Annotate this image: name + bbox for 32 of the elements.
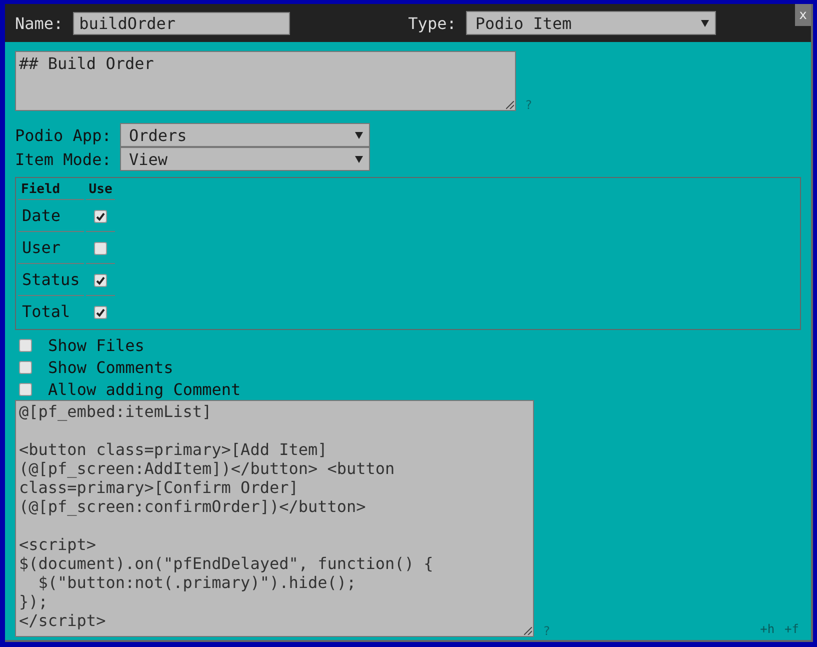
checkbox[interactable] (94, 306, 108, 319)
checkbox[interactable] (19, 338, 32, 352)
item-mode-select[interactable]: View (120, 147, 370, 171)
item-mode-label: Item Mode: (15, 150, 112, 168)
type-select[interactable]: Podio Item (466, 11, 716, 35)
close-button[interactable]: x (795, 4, 811, 26)
column-header: Field (18, 180, 84, 200)
checkbox[interactable] (94, 274, 108, 287)
description-field[interactable]: ## Build Order (15, 51, 516, 111)
checkbox[interactable] (19, 360, 32, 374)
name-field[interactable]: buildOrder (73, 12, 290, 34)
field-name: Total (21, 301, 72, 323)
dropdown-arrow-icon (355, 156, 363, 162)
option-label: Allow adding Comment (48, 380, 241, 398)
name-label: Name: (15, 14, 64, 32)
podio-app-label: Podio App: (15, 126, 112, 144)
option-label: Show Files (48, 336, 144, 354)
field-name: Date (18, 202, 84, 232)
code-editor[interactable]: @[pf_embed:itemList] <button class=primary>[Add Item](@[pf_screen:AddItem])</button> <button class=primary>[Confirm Order](@[pf_screen:confirmOrder])</button> <script> $(document).on("pfEndDelayed", function() { $("button:not(.primary)").hide(); }); </script> (15, 400, 534, 637)
column-header: Use (86, 180, 116, 200)
option-label: Show Comments (48, 358, 174, 376)
checkbox[interactable] (19, 382, 32, 396)
resize-grip-icon (524, 627, 532, 635)
type-label: Type: (408, 14, 456, 32)
field-name: Status (18, 266, 84, 296)
checkbox[interactable] (94, 242, 108, 255)
field-name: User (18, 234, 84, 264)
resize-grip-icon (506, 101, 514, 109)
dropdown-arrow-icon (355, 132, 363, 138)
dropdown-arrow-icon (701, 20, 710, 26)
podio-app-select[interactable]: Orders (120, 123, 370, 147)
checkbox[interactable] (94, 210, 108, 223)
